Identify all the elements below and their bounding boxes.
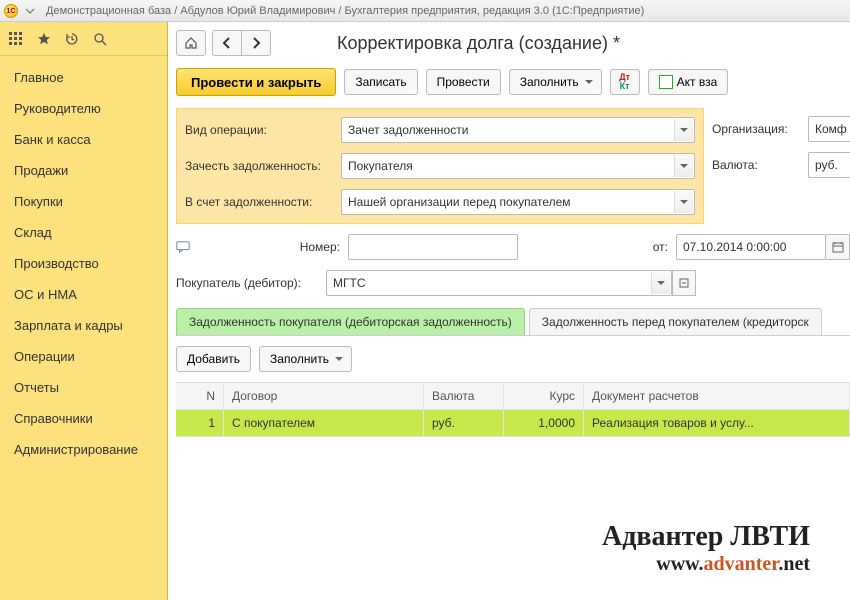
save-button[interactable]: Записать (344, 69, 417, 95)
number-input[interactable] (348, 234, 518, 260)
home-button[interactable] (176, 30, 206, 56)
star-icon[interactable] (36, 31, 52, 47)
add-row-button[interactable]: Добавить (176, 346, 251, 372)
cell-n: 1 (176, 410, 224, 437)
op-type-label: Вид операции: (185, 123, 335, 137)
tab-payables[interactable]: Задолженность перед покупателем (кредито… (529, 308, 822, 335)
col-currency: Валюта (424, 383, 504, 410)
org-input[interactable]: Комф (808, 116, 850, 142)
sidebar-item-purchases[interactable]: Покупки (0, 186, 167, 217)
post-and-close-button[interactable]: Провести и закрыть (176, 68, 336, 96)
cell-currency: руб. (424, 410, 504, 437)
col-contract: Договор (224, 383, 424, 410)
org-label: Организация: (712, 122, 802, 136)
currency-input[interactable]: руб. (808, 152, 850, 178)
against-label: В счет задолженности: (185, 195, 335, 209)
app-logo-icon: 1С (4, 4, 18, 18)
fill-button[interactable]: Заполнить (509, 69, 602, 95)
sidebar-item-production[interactable]: Производство (0, 248, 167, 279)
credit-label: Зачесть задолженность: (185, 159, 335, 173)
history-icon[interactable] (64, 31, 80, 47)
against-select[interactable]: Нашей организации перед покупателем (341, 189, 695, 215)
credit-select[interactable]: Покупателя (341, 153, 695, 179)
post-button[interactable]: Провести (426, 69, 501, 95)
back-button[interactable] (212, 30, 242, 56)
buyer-select[interactable]: МГТС (326, 270, 672, 296)
sidebar-item-operations[interactable]: Операции (0, 341, 167, 372)
sidebar-item-directories[interactable]: Справочники (0, 403, 167, 434)
sidebar-item-admin[interactable]: Администрирование (0, 434, 167, 465)
chevron-down-icon[interactable] (22, 3, 38, 19)
date-input[interactable]: 07.10.2014 0:00:00 (676, 234, 826, 260)
sidebar-item-sales[interactable]: Продажи (0, 155, 167, 186)
search-icon[interactable] (92, 31, 108, 47)
sidebar-item-assets[interactable]: ОС и НМА (0, 279, 167, 310)
debts-table: N Договор Валюта Курс Документ расчетов … (176, 382, 850, 437)
sidebar-item-reports[interactable]: Отчеты (0, 372, 167, 403)
apps-grid-icon[interactable] (8, 31, 24, 47)
sidebar-item-bank[interactable]: Банк и касса (0, 124, 167, 155)
sidebar-item-manager[interactable]: Руководителю (0, 93, 167, 124)
forward-button[interactable] (241, 30, 271, 56)
page-title: Корректировка долга (создание) * (277, 33, 846, 54)
buyer-label: Покупатель (дебитор): (176, 276, 318, 290)
cell-doc: Реализация товаров и услу... (584, 410, 850, 437)
content-area: Корректировка долга (создание) * Провест… (168, 22, 850, 600)
calendar-button[interactable] (826, 234, 850, 260)
sidebar-item-stock[interactable]: Склад (0, 217, 167, 248)
sidebar-item-main[interactable]: Главное (0, 62, 167, 93)
act-button[interactable]: Акт вза (648, 69, 729, 95)
number-label: Номер: (198, 240, 340, 254)
window-title: Демонстрационная база / Абдулов Юрий Вла… (46, 5, 644, 17)
cell-contract: С покупателем (224, 410, 424, 437)
sidebar: Главное Руководителю Банк и касса Продаж… (0, 22, 168, 600)
sidebar-item-payroll[interactable]: Зарплата и кадры (0, 310, 167, 341)
dtkt-button[interactable]: ДтКт (610, 69, 640, 95)
comment-icon[interactable] (176, 238, 190, 256)
op-type-select[interactable]: Зачет задолженности (341, 117, 695, 143)
window-titlebar: 1С Демонстрационная база / Абдулов Юрий … (0, 0, 850, 22)
tab-receivables[interactable]: Задолженность покупателя (дебиторская за… (176, 308, 525, 335)
buyer-open-button[interactable] (672, 270, 696, 296)
table-row[interactable]: 1 С покупателем руб. 1,0000 Реализация т… (176, 410, 850, 437)
watermark: Адвантер ЛВТИ www.advanter.net (602, 521, 810, 576)
currency-label: Валюта: (712, 158, 802, 172)
fill-rows-button[interactable]: Заполнить (259, 346, 352, 372)
col-n: N (176, 383, 224, 410)
col-rate: Курс (504, 383, 584, 410)
sidebar-toolbar (0, 22, 167, 56)
highlighted-form-block: Вид операции: Зачет задолженности Зачест… (176, 108, 704, 224)
document-toolbar: Провести и закрыть Записать Провести Зап… (176, 68, 850, 96)
from-label: от: (526, 240, 668, 254)
cell-rate: 1,0000 (504, 410, 584, 437)
document-icon (659, 75, 673, 89)
tabs: Задолженность покупателя (дебиторская за… (176, 308, 850, 336)
col-doc: Документ расчетов (584, 383, 850, 410)
